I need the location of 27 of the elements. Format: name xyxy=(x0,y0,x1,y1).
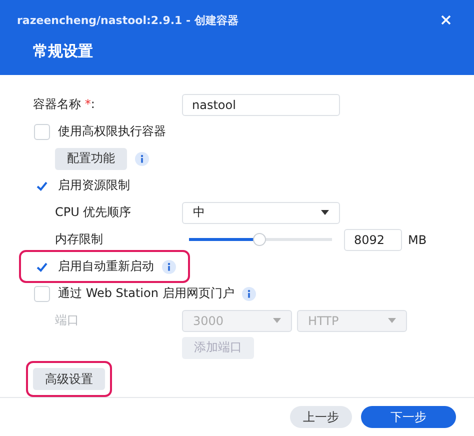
field-label: 容器名称 *: xyxy=(33,96,96,114)
input-field[interactable]: 8092 xyxy=(344,228,402,251)
caret-icon xyxy=(273,318,281,324)
advanced-settings-button[interactable]: 高级设置 xyxy=(33,368,105,390)
field-label: 端口 xyxy=(55,312,80,330)
caret-icon xyxy=(388,318,396,324)
info-icon[interactable] xyxy=(162,260,176,274)
window-title: razeencheng/nastool:2.9.1 - 创建容器 xyxy=(17,12,238,28)
checkbox-label: 启用自动重新启动 xyxy=(58,258,154,276)
info-icon[interactable] xyxy=(135,152,149,166)
dropdown[interactable]: 中 xyxy=(182,202,340,224)
info-icon[interactable] xyxy=(242,286,256,301)
input-field[interactable]: nastool xyxy=(182,94,340,116)
section-title: 常规设置 xyxy=(32,41,94,61)
back-button[interactable]: 上一步 xyxy=(290,406,352,428)
config-button[interactable]: 配置功能 xyxy=(55,148,127,170)
unit-label: MB xyxy=(408,232,427,247)
field-label: CPU 优先顺序 xyxy=(55,204,132,222)
checkbox-label: 使用高权限执行容器 xyxy=(58,123,166,140)
field-label: 内存限制 xyxy=(55,231,104,248)
checkbox-label: 通过 Web Station 启用网页门户 xyxy=(58,285,234,302)
caret-icon xyxy=(321,210,329,216)
next-button[interactable]: 下一步 xyxy=(361,406,456,428)
checkbox[interactable] xyxy=(34,286,50,302)
checkbox[interactable] xyxy=(34,124,50,140)
checkbox-label: 启用资源限制 xyxy=(58,177,130,194)
close-icon[interactable] xyxy=(441,15,451,25)
